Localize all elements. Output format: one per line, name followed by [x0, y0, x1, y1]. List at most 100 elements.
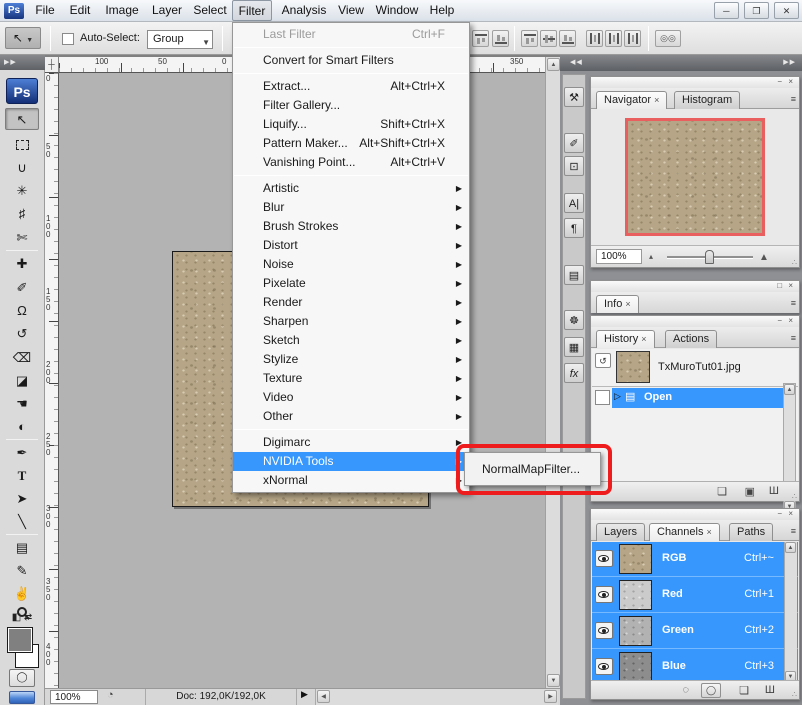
visibility-toggle[interactable]	[595, 586, 613, 603]
new-document-from-state-icon[interactable]: ❏	[717, 485, 727, 498]
move-tool-button[interactable]: ↖	[5, 108, 39, 130]
crop-tool-button[interactable]: ♯	[5, 203, 39, 225]
lasso-tool-button[interactable]: ∪	[5, 157, 39, 179]
resize-grip-icon[interactable]: ∴	[792, 258, 797, 267]
align-bottom-button[interactable]	[559, 30, 576, 47]
navigator-zoom-field[interactable]: 100%	[596, 249, 642, 264]
default-colors-control[interactable]: ◧ ⇄	[5, 611, 39, 625]
menu-file[interactable]: File	[28, 0, 62, 21]
menu-item-distort[interactable]: Distort ▶	[233, 236, 469, 255]
eraser-tool-button[interactable]: ⌫	[5, 347, 39, 369]
distribute-left-button[interactable]	[586, 30, 603, 47]
tool-presets-icon[interactable]: ⚒	[564, 87, 584, 107]
tab-close-icon[interactable]: ×	[641, 334, 646, 344]
clone-source-icon[interactable]: ⊡	[564, 156, 584, 176]
panel-menu-icon[interactable]: ≡	[791, 298, 796, 308]
menu-item-blur[interactable]: Blur ▶	[233, 198, 469, 217]
tab-histogram[interactable]: Histogram	[674, 91, 740, 109]
visibility-toggle[interactable]	[595, 550, 613, 567]
menu-item-texture[interactable]: Texture ▶	[233, 369, 469, 388]
menu-item-pixelate[interactable]: Pixelate ▶	[233, 274, 469, 293]
navigator-zoom-slider[interactable]	[667, 256, 753, 259]
workspace-button[interactable]: ◎◎	[655, 30, 681, 47]
tab-close-icon[interactable]: ×	[625, 299, 630, 309]
minimize-icon[interactable]: ─	[714, 2, 739, 19]
new-snapshot-icon[interactable]: ▣	[745, 485, 755, 498]
slice-tool-button[interactable]: ✄	[5, 227, 39, 249]
resize-grip-icon[interactable]: ∴	[792, 492, 797, 501]
quick-mask-button[interactable]: ◯	[9, 669, 35, 687]
restore-icon[interactable]: ❐	[744, 2, 769, 19]
scroll-up-icon[interactable]: ▲	[547, 58, 560, 71]
new-channel-icon[interactable]: ❏	[739, 684, 749, 697]
menu-item-video[interactable]: Video ▶	[233, 388, 469, 407]
tab-navigator[interactable]: Navigator×	[596, 91, 667, 109]
distribute-right-button[interactable]	[624, 30, 641, 47]
scroll-left-icon[interactable]: ◀	[317, 690, 330, 703]
path-select-tool-button[interactable]: ➤	[5, 488, 39, 510]
align-layers-button-2[interactable]	[492, 30, 509, 47]
panel-menu-icon[interactable]: ≡	[791, 333, 796, 343]
menu-item-vanishing-point[interactable]: Vanishing Point... Alt+Ctrl+V	[233, 153, 469, 172]
menu-window[interactable]: Window	[370, 0, 424, 21]
slider-thumb[interactable]	[705, 250, 714, 264]
menu-help[interactable]: Help	[424, 0, 460, 21]
tab-paths[interactable]: Paths	[729, 523, 773, 541]
channel-row-green[interactable]: Green Ctrl+2	[592, 614, 798, 649]
auto-select-checkbox[interactable]	[62, 33, 74, 45]
line-tool-button[interactable]: ╲	[5, 511, 39, 533]
magic-wand-tool-button[interactable]: ✳	[5, 180, 39, 202]
align-middle-button[interactable]	[540, 30, 557, 47]
zoom-level-field[interactable]: 100%	[50, 690, 98, 704]
auto-select-dropdown[interactable]: Group ▼	[147, 30, 213, 49]
swatches-panel-icon[interactable]: ▦	[564, 337, 584, 357]
navigator-proxy-view[interactable]	[625, 118, 765, 236]
tab-channels[interactable]: Channels×	[649, 523, 720, 541]
distribute-center-button[interactable]	[605, 30, 622, 47]
dodge-tool-button[interactable]: ◐	[5, 416, 39, 438]
menu-item-normal-map-filter[interactable]: NormalMapFilter...	[482, 462, 580, 476]
visibility-toggle[interactable]	[595, 622, 613, 639]
visibility-toggle[interactable]	[595, 658, 613, 675]
notes-tool-button[interactable]: ▤	[5, 537, 39, 559]
scroll-up-icon[interactable]: ▲	[785, 542, 796, 553]
align-layers-button-1[interactable]	[472, 30, 489, 47]
styles-panel-icon[interactable]: fx	[564, 363, 584, 383]
hand-tool-button[interactable]: ✌	[5, 583, 39, 605]
resize-grip-icon[interactable]: ∴	[792, 690, 797, 699]
snapshot-thumbnail[interactable]	[616, 351, 650, 383]
tab-actions[interactable]: Actions	[665, 330, 717, 348]
minimize-panel-icon[interactable]: −	[777, 509, 784, 518]
menu-item-sketch[interactable]: Sketch ▶	[233, 331, 469, 350]
paint-bucket-tool-button[interactable]: ◪	[5, 370, 39, 392]
close-panel-icon[interactable]: ×	[788, 509, 795, 518]
history-source-checkbox[interactable]	[595, 390, 610, 405]
tab-info[interactable]: Info×	[596, 295, 639, 313]
trash-icon[interactable]: Ш	[769, 485, 779, 497]
scroll-right-icon[interactable]: ▶	[544, 690, 557, 703]
history-state-open[interactable]: ▷ ▤ Open	[612, 388, 783, 408]
type-tool-button[interactable]: T	[5, 465, 39, 487]
minimize-panel-icon[interactable]: −	[777, 77, 784, 86]
color-panel-icon[interactable]: ☸	[564, 310, 584, 330]
paragraph-panel-icon[interactable]: ¶	[564, 218, 584, 238]
minimize-panel-icon[interactable]: −	[777, 316, 784, 325]
ruler-origin[interactable]: ┼	[45, 57, 59, 73]
screen-mode-button[interactable]	[9, 691, 35, 704]
align-top-button[interactable]	[521, 30, 538, 47]
zoom-in-icon[interactable]: ▲	[759, 252, 769, 263]
foreground-color-swatch[interactable]	[7, 627, 33, 653]
dock-header[interactable]: ◀◀ ▶▶	[560, 55, 802, 71]
menu-item-liquify[interactable]: Liquify... Shift+Ctrl+X	[233, 115, 469, 134]
menu-view[interactable]: View	[332, 0, 370, 21]
scroll-down-icon[interactable]: ▼	[547, 674, 560, 687]
toolbar-collapse-header[interactable]: ▶▶	[0, 55, 45, 70]
expand-icon[interactable]: ▶▶	[783, 55, 796, 71]
trash-icon[interactable]: Ш	[765, 684, 775, 696]
menu-layer[interactable]: Layer	[146, 0, 188, 21]
panel-menu-icon[interactable]: ≡	[791, 94, 796, 104]
menu-item-extract[interactable]: Extract... Alt+Ctrl+X	[233, 77, 469, 96]
move-tool-preset-button[interactable]: ↖ ▼	[5, 27, 41, 49]
menu-item-filter-gallery[interactable]: Filter Gallery...	[233, 96, 469, 115]
marquee-tool-button[interactable]	[5, 133, 39, 155]
